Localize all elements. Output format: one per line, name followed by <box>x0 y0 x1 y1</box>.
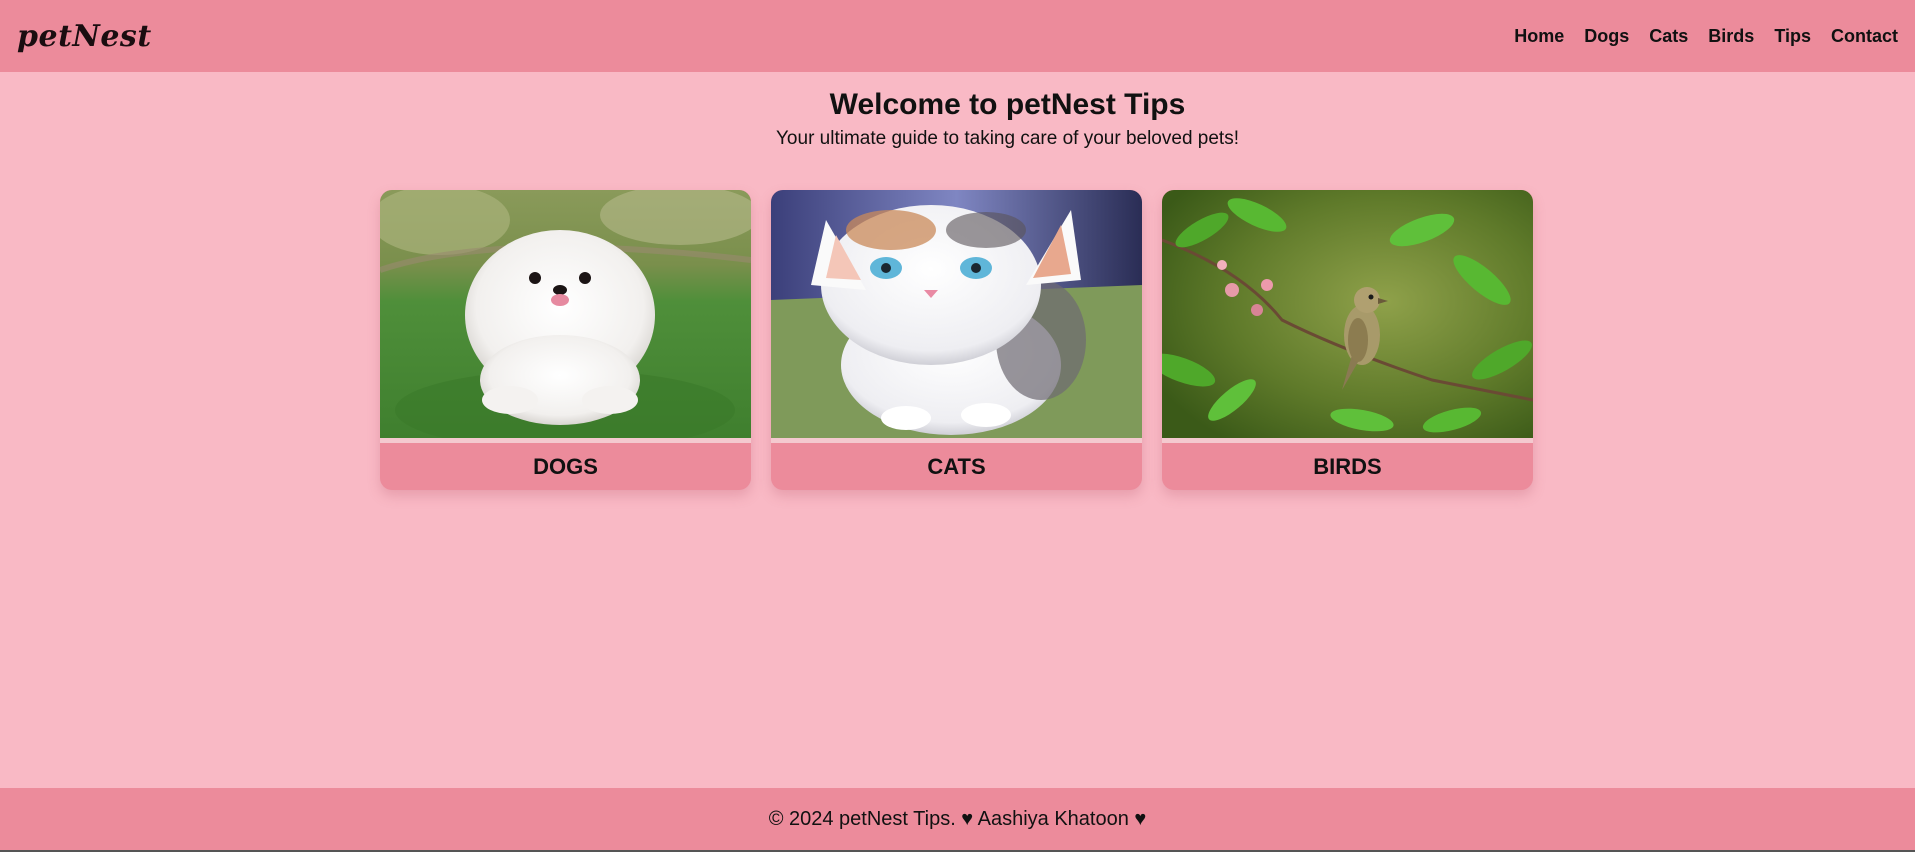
nav-dogs[interactable]: Dogs <box>1584 26 1629 47</box>
page-title: Welcome to petNest Tips <box>829 88 1186 121</box>
footer-text: © 2024 petNest Tips. ♥ Aashiya Khatoon ♥ <box>768 807 1147 830</box>
hero-section: Welcome to petNest Tips Your ultimate gu… <box>0 88 1915 150</box>
card-label-birds: BIRDS <box>1313 453 1382 479</box>
nav-home[interactable]: Home <box>1514 26 1564 47</box>
dog-photo <box>380 190 751 438</box>
page-subtitle: Your ultimate guide to taking care of yo… <box>776 128 1239 149</box>
main-nav: Home Dogs Cats Birds Tips Contact <box>1514 26 1898 47</box>
nav-cats[interactable]: Cats <box>1649 26 1688 47</box>
card-birds[interactable]: BIRDS <box>1162 190 1533 490</box>
nav-tips[interactable]: Tips <box>1774 26 1811 47</box>
site-footer: © 2024 petNest Tips. ♥ Aashiya Khatoon ♥ <box>0 788 1915 852</box>
cat-photo <box>771 190 1142 438</box>
nav-birds[interactable]: Birds <box>1708 26 1754 47</box>
card-label-dogs: DOGS <box>533 453 598 479</box>
nav-contact[interactable]: Contact <box>1831 26 1898 47</box>
card-dogs[interactable]: DOGS <box>380 190 751 490</box>
bird-photo <box>1162 190 1533 438</box>
site-header: petNest Home Dogs Cats Birds Tips Contac… <box>0 0 1915 72</box>
pet-cards: DOGS CATS BIRDS <box>380 190 1533 490</box>
card-label-cats: CATS <box>927 453 986 479</box>
card-cats[interactable]: CATS <box>771 190 1142 490</box>
site-logo[interactable]: petNest <box>17 19 152 54</box>
